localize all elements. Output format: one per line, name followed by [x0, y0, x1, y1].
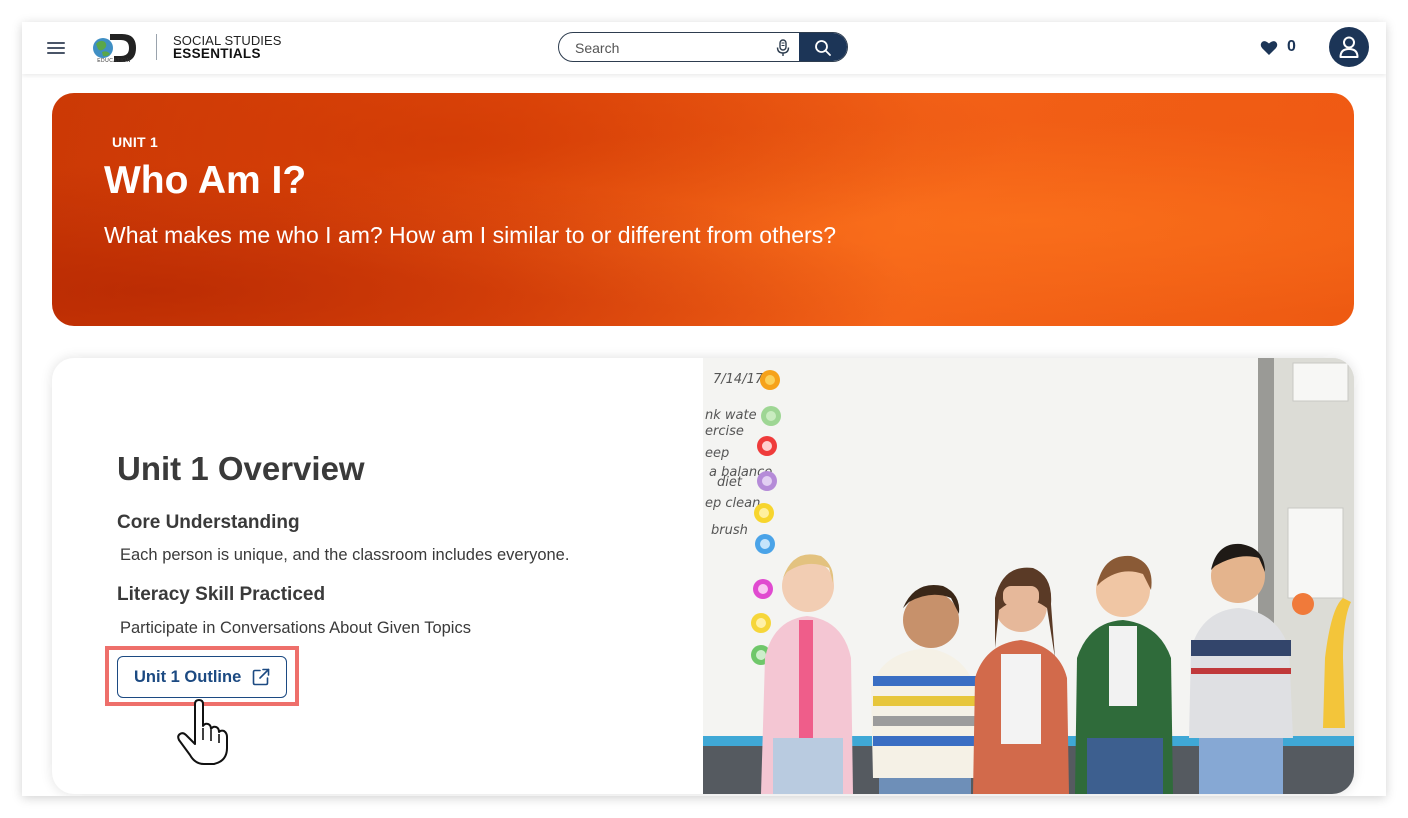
core-understanding-text: Each person is unique, and the classroom… — [120, 546, 570, 564]
search-bar — [558, 32, 848, 62]
heart-icon — [1260, 41, 1278, 55]
brand-line-2: ESSENTIALS — [173, 46, 261, 61]
board-text: ercise — [705, 424, 744, 439]
unit-outline-label: Unit 1 Outline — [134, 668, 242, 686]
unit-hero-banner: UNIT 1 Who Am I? What makes me who I am?… — [52, 93, 1354, 326]
unit-title: Who Am I? — [104, 159, 307, 202]
literacy-skill-heading: Literacy Skill Practiced — [117, 584, 326, 605]
literacy-skill-text: Participate in Conversations About Given… — [120, 619, 471, 637]
user-avatar-button[interactable] — [1329, 27, 1369, 67]
favorites-count: 0 — [1287, 38, 1296, 55]
board-text: ep clean — [705, 496, 760, 511]
board-text: nk wate — [705, 408, 757, 423]
board-text: 7/14/17 — [713, 372, 764, 387]
user-icon — [1339, 36, 1359, 58]
top-navigation-bar: EDUCATION SOCIAL STUDIES ESSENTIALS Sear… — [22, 22, 1386, 74]
search-icon — [815, 40, 831, 56]
logo-subtitle: EDUCATION — [97, 58, 131, 64]
classroom-photo: 7/14/17 nk wate ercise eep a balance die… — [703, 358, 1354, 794]
search-input[interactable] — [573, 37, 767, 59]
unit-overview-card: Unit 1 Overview Core Understanding Each … — [52, 358, 1354, 794]
board-text: brush — [711, 523, 748, 538]
external-link-icon — [252, 668, 270, 686]
board-text: eep — [705, 446, 729, 461]
unit-outline-button[interactable]: Unit 1 Outline — [117, 656, 287, 698]
app-window: EDUCATION SOCIAL STUDIES ESSENTIALS Sear… — [22, 22, 1386, 796]
essential-question: What makes me who I am? How am I similar… — [104, 222, 836, 248]
search-button[interactable] — [799, 33, 847, 61]
core-understanding-heading: Core Understanding — [117, 512, 300, 533]
menu-icon[interactable] — [44, 38, 68, 58]
unit-label: UNIT 1 — [112, 134, 159, 150]
overview-title: Unit 1 Overview — [117, 450, 365, 487]
board-text: diet — [717, 475, 743, 490]
hand-cursor-icon — [177, 699, 228, 765]
header-divider — [156, 34, 157, 60]
product-brand[interactable]: SOCIAL STUDIES ESSENTIALS — [173, 34, 282, 60]
microphone-icon[interactable] — [773, 38, 793, 58]
